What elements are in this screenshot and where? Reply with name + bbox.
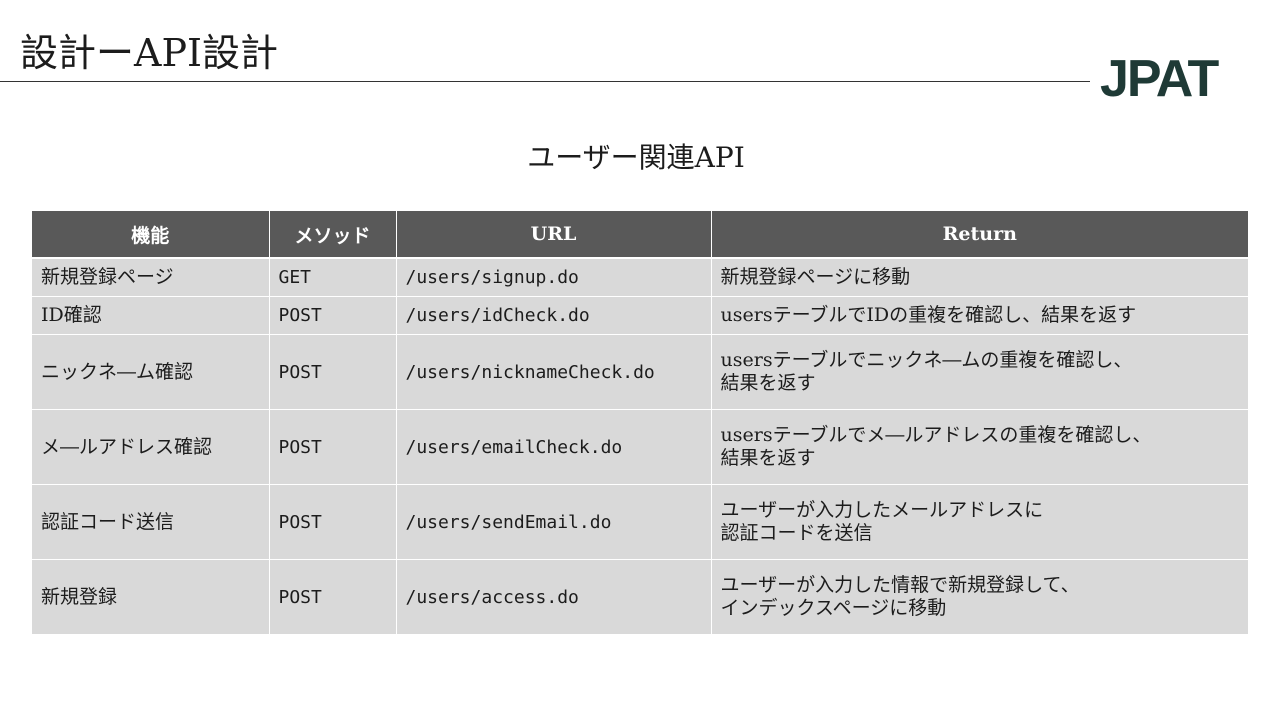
table-row: ID確認 POST /users/idCheck.do usersテーブルでID… (32, 296, 1248, 335)
table-row: 新規登録ページ GET /users/signup.do 新規登録ページに移動 (32, 257, 1248, 297)
return-cell: ユーザーが入力した情報で新規登録して、 インデックスページに移動 (710, 559, 1248, 634)
page-title: 設計ーAPI設計 (20, 31, 279, 75)
title-divider (0, 81, 1090, 82)
return-cell: usersテーブルでニックネ―ムの重複を確認し、 結果を返す (710, 334, 1248, 410)
url-cell: /users/sendEmail.do (395, 484, 711, 560)
return-line: usersテーブルでニックネ―ムの重複を確認し、 (720, 349, 1133, 371)
column-header-feature: 機能 (32, 211, 269, 259)
method-cell: POST (268, 334, 396, 410)
feature-cell: 認証コード送信 (32, 484, 269, 560)
table-header-row: 機能 メソッド URL Return (32, 211, 1248, 259)
return-cell: 新規登録ページに移動 (710, 257, 1248, 297)
url-cell: /users/access.do (395, 559, 711, 634)
return-line: ユーザーが入力した情報で新規登録して、 (720, 574, 1080, 596)
return-line: インデックスページに移動 (720, 597, 947, 619)
company-logo: JPAT (1100, 50, 1219, 108)
method-cell: POST (268, 296, 396, 335)
method-cell: POST (268, 559, 396, 634)
url-cell: /users/signup.do (395, 257, 711, 297)
return-line: 認証コードを送信 (720, 522, 873, 544)
column-header-url: URL (395, 211, 711, 259)
url-cell: /users/nicknameCheck.do (395, 334, 711, 410)
column-header-return: Return (710, 211, 1248, 259)
return-line: 新規登録ページに移動 (720, 266, 911, 288)
method-cell: POST (268, 484, 396, 560)
return-cell: usersテーブルでIDの重複を確認し、結果を返す (710, 296, 1248, 335)
table-row: メ―ルアドレス確認 POST /users/emailCheck.do user… (32, 409, 1248, 485)
table-row: 新規登録 POST /users/access.do ユーザーが入力した情報で新… (32, 559, 1248, 634)
api-table: 機能 メソッド URL Return 新規登録ページ GET /users/si… (32, 211, 1248, 634)
column-header-method: メソッド (268, 211, 396, 259)
feature-cell: ID確認 (32, 296, 269, 335)
feature-cell: 新規登録ページ (32, 257, 269, 297)
method-cell: GET (268, 257, 396, 297)
table-row: ニックネ―ム確認 POST /users/nicknameCheck.do us… (32, 334, 1248, 410)
feature-cell: メ―ルアドレス確認 (32, 409, 269, 485)
return-line: usersテーブルでIDの重複を確認し、結果を返す (720, 304, 1137, 326)
return-line: usersテーブルでメ―ルアドレスの重複を確認し、 (720, 424, 1152, 446)
return-cell: usersテーブルでメ―ルアドレスの重複を確認し、 結果を返す (710, 409, 1248, 485)
method-cell: POST (268, 409, 396, 485)
section-title: ユーザー関連API (527, 141, 745, 174)
return-line: 結果を返す (720, 447, 816, 469)
return-cell: ユーザーが入力したメールアドレスに 認証コードを送信 (710, 484, 1248, 560)
feature-cell: ニックネ―ム確認 (32, 334, 269, 410)
feature-cell: 新規登録 (32, 559, 269, 634)
return-line: ユーザーが入力したメールアドレスに (720, 499, 1044, 521)
return-line: 結果を返す (720, 372, 816, 394)
table-row: 認証コード送信 POST /users/sendEmail.do ユーザーが入力… (32, 484, 1248, 560)
url-cell: /users/emailCheck.do (395, 409, 711, 485)
url-cell: /users/idCheck.do (395, 296, 711, 335)
